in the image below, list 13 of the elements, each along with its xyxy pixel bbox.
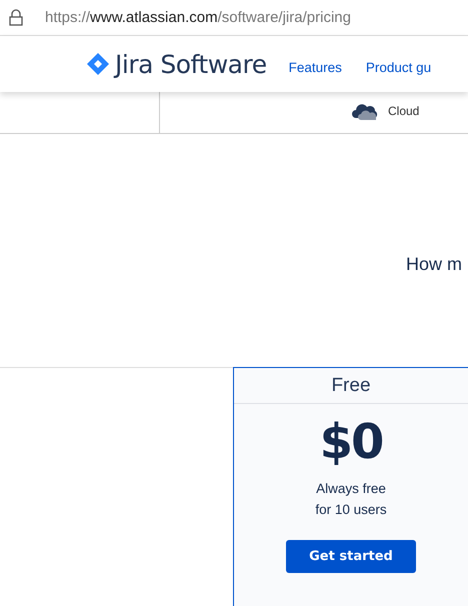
deployment-label[interactable]: Cloud xyxy=(388,104,420,118)
nav-link[interactable]: Features xyxy=(288,60,342,75)
diamond-logo-icon[interactable] xyxy=(87,53,109,75)
nav-link[interactable]: Product gu xyxy=(366,60,432,75)
plan-price: $0 xyxy=(320,414,382,470)
plan-description: Always free for 10 users xyxy=(315,480,387,519)
get-started-button[interactable]: Get started xyxy=(286,540,416,573)
section-heading: How m xyxy=(406,254,462,274)
plan-name: Free xyxy=(234,368,468,404)
cloud-icon xyxy=(352,102,379,120)
lock-icon xyxy=(8,9,24,26)
logo-text[interactable]: Jira Software xyxy=(115,50,267,78)
url-text[interactable]: https://www.atlassian.com/software/jira/pricing xyxy=(45,9,351,26)
